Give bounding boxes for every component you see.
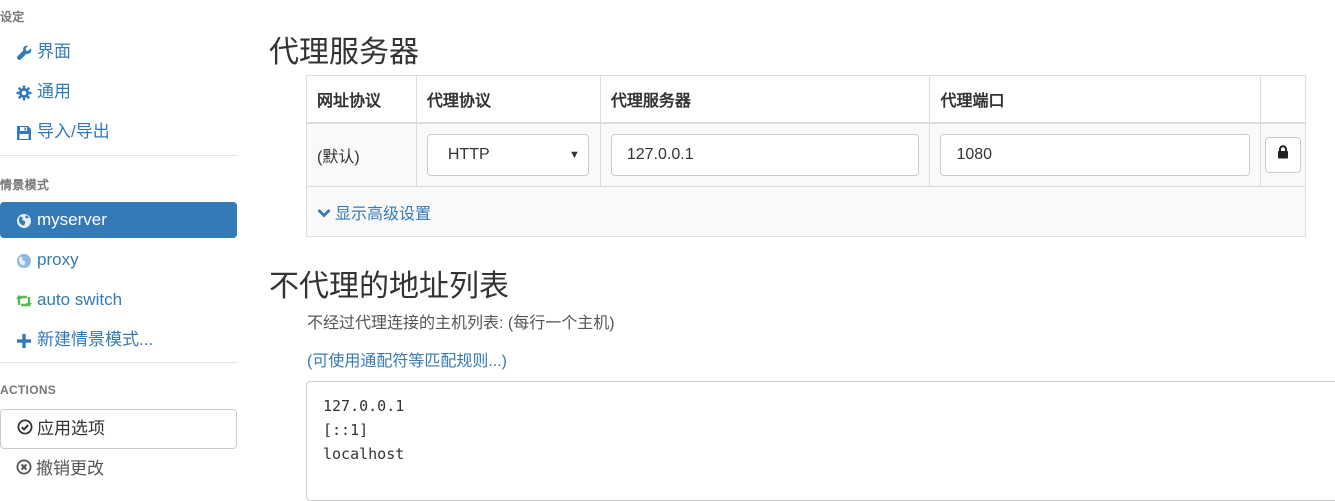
advanced-row: 显示高级设置 — [306, 186, 1306, 237]
discard-changes-label: 撤销更改 — [36, 459, 104, 478]
protocol-select[interactable]: HTTP ▼ — [426, 133, 589, 176]
sidebar: 设定 界面 通用 导入/导出 情景模式 myserver proxy auto … — [0, 0, 237, 491]
globe-icon — [14, 213, 34, 229]
nav-item-label: 导入/导出 — [37, 122, 110, 141]
lock-cell — [1259, 122, 1307, 187]
divider — [0, 155, 237, 156]
new-profile-label: 新建情景模式... — [37, 330, 154, 349]
proxy-port-input[interactable]: 1080 — [940, 133, 1250, 176]
discard-changes-button[interactable]: 撤销更改 — [0, 452, 237, 486]
check-circle-icon — [17, 411, 33, 449]
floppy-disk-icon — [14, 125, 34, 141]
caret-down-icon: ▼ — [568, 148, 580, 161]
nav-item-import-export[interactable]: 导入/导出 — [0, 114, 237, 150]
advanced-cell: 显示高级设置 — [306, 186, 1306, 237]
profile-item-proxy[interactable]: proxy — [0, 242, 237, 278]
table-row: (默认) HTTP ▼ 127.0.0.1 1080 — [306, 122, 1307, 187]
wildcard-rules-link[interactable]: (可使用通配符等匹配规则...) — [307, 347, 507, 371]
wrench-icon — [14, 45, 34, 61]
nav-item-interface[interactable]: 界面 — [0, 34, 237, 70]
nav-item-label: 界面 — [37, 42, 71, 61]
server-cell: 127.0.0.1 — [599, 122, 931, 187]
protocol-select-value: HTTP — [447, 145, 490, 163]
times-circle-icon — [16, 453, 32, 487]
proxy-table: 网址协议 代理协议 代理服务器 代理端口 (默认) HTTP ▼ 127.0.0… — [306, 75, 1307, 237]
protocol-cell: HTTP ▼ — [415, 122, 601, 187]
profile-label: proxy — [37, 250, 79, 269]
table-header-row: 网址协议 代理协议 代理服务器 代理端口 — [306, 75, 1307, 124]
scheme-cell: (默认) — [306, 122, 417, 187]
proxy-server-input[interactable]: 127.0.0.1 — [610, 133, 920, 176]
show-advanced-toggle[interactable]: 显示高级设置 — [317, 206, 431, 223]
chevron-down-icon — [317, 205, 331, 223]
show-advanced-label: 显示高级设置 — [335, 205, 432, 223]
apply-options-button[interactable]: 应用选项 — [0, 409, 237, 449]
column-header-server: 代理服务器 — [599, 75, 931, 124]
nav-item-label: 通用 — [37, 82, 71, 101]
port-cell: 1080 — [929, 122, 1261, 187]
nav-item-general[interactable]: 通用 — [0, 74, 237, 110]
profile-label: auto switch — [37, 290, 123, 309]
bypass-list-textarea[interactable]: 127.0.0.1 [::1] localhost — [306, 381, 1335, 501]
actions-header: ACTIONS — [0, 383, 57, 397]
new-profile-button[interactable]: 新建情景模式... — [0, 322, 237, 358]
gear-icon — [14, 85, 34, 101]
column-header-port: 代理端口 — [929, 75, 1261, 124]
lock-icon — [1277, 145, 1289, 164]
profile-item-auto-switch[interactable]: auto switch — [0, 282, 237, 318]
divider — [0, 362, 237, 363]
column-header-protocol: 代理协议 — [415, 75, 601, 124]
bypass-help-text: 不经过代理连接的主机列表: (每行一个主机) — [307, 315, 615, 332]
settings-header: 设定 — [0, 10, 25, 24]
globe-icon — [14, 253, 34, 269]
profile-label: myserver — [37, 210, 107, 229]
profile-item-myserver[interactable]: myserver — [0, 202, 237, 238]
bypass-list-title: 不代理的地址列表 — [269, 270, 509, 303]
apply-options-label: 应用选项 — [37, 419, 105, 438]
column-header-scheme: 网址协议 — [306, 75, 417, 124]
column-header-actions — [1259, 75, 1307, 124]
profiles-header: 情景模式 — [0, 178, 50, 192]
retweet-icon — [14, 294, 34, 308]
plus-icon — [14, 333, 34, 349]
proxy-servers-title: 代理服务器 — [269, 36, 419, 69]
auth-lock-button[interactable] — [1264, 136, 1301, 173]
